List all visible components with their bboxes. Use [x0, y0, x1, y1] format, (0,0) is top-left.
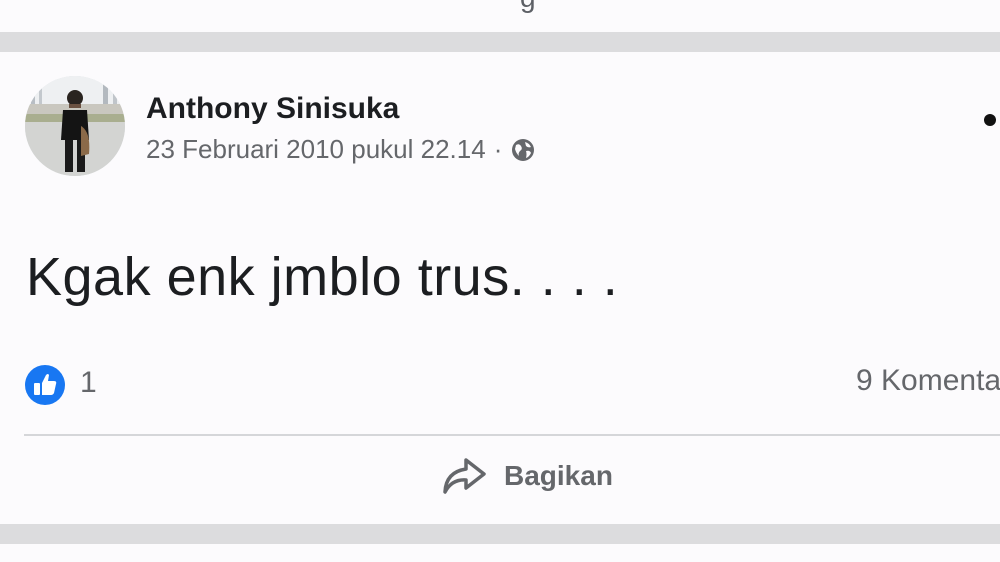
feed-divider	[0, 32, 1000, 52]
post-meta: 23 Februari 2010 pukul 22.14 ·	[146, 134, 536, 165]
share-button[interactable]: Bagikan	[440, 448, 613, 504]
feed-divider-bottom	[0, 524, 1000, 544]
action-bar-divider	[24, 434, 1000, 436]
previous-post-card: g	[0, 0, 1000, 32]
like-icon[interactable]	[24, 364, 66, 406]
avatar[interactable]	[25, 76, 125, 176]
post-body-text: Kgak enk jmblo trus. . . .	[26, 247, 619, 307]
share-label: Bagikan	[504, 460, 613, 491]
next-post-card	[0, 544, 1000, 562]
more-options-icon[interactable]	[984, 114, 996, 126]
previous-post-cut-off-content: g	[520, 0, 536, 14]
meta-separator: ·	[493, 134, 503, 164]
avatar-photo	[25, 76, 125, 176]
share-arrow-icon	[440, 454, 488, 498]
post-timestamp[interactable]: 23 Februari 2010 pukul 22.14	[146, 134, 486, 165]
comment-count[interactable]: 9 Komentar	[856, 364, 1000, 398]
post-card: Anthony Sinisuka 23 Februari 2010 pukul …	[0, 52, 1000, 524]
post-author-name[interactable]: Anthony Sinisuka	[146, 92, 399, 126]
globe-icon	[510, 137, 536, 163]
like-count[interactable]: 1	[80, 366, 97, 400]
